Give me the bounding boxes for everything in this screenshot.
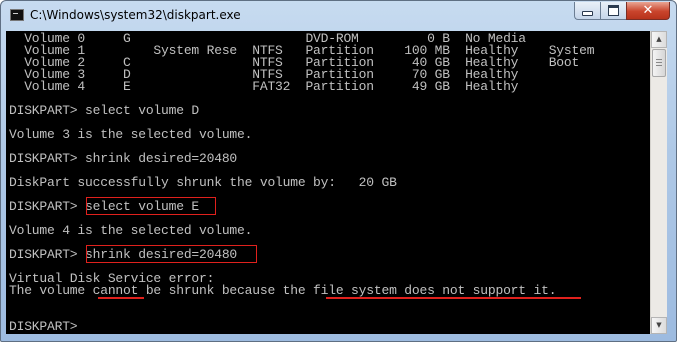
console-icon[interactable]: [10, 9, 24, 21]
console-line: Volume 4 is the selected volume.: [9, 223, 253, 238]
underline-cannot: [98, 297, 144, 299]
vertical-scrollbar[interactable]: ▲ ▼: [650, 31, 667, 334]
window-controls: ✕: [574, 2, 670, 20]
highlight-box-shrink-command: [86, 245, 257, 263]
console-line: The volume cannot be shrunk because the …: [9, 283, 557, 298]
console-line: DISKPART> select volume D: [9, 103, 200, 118]
console-line: DISKPART>: [9, 319, 86, 334]
window-title: C:\Windows\system32\diskpart.exe: [30, 8, 241, 22]
underline-file-system: [326, 297, 581, 299]
scroll-up-button[interactable]: ▲: [651, 31, 667, 48]
console-output[interactable]: Volume 0 G DVD-ROM 0 B No Media Volume 1…: [6, 31, 650, 334]
close-button[interactable]: ✕: [626, 2, 670, 20]
scroll-down-button[interactable]: ▼: [651, 317, 667, 334]
close-icon: ✕: [642, 3, 654, 18]
console-line: Volume 4 E FAT32 Partition 49 GB Healthy: [9, 79, 519, 94]
highlight-box-select-volume: [86, 197, 216, 215]
console-line: DiskPart successfully shrunk the volume …: [9, 175, 397, 190]
diskpart-window: C:\Windows\system32\diskpart.exe ✕ Volum…: [0, 0, 677, 342]
minimize-button[interactable]: [574, 2, 600, 20]
scroll-thumb[interactable]: [652, 49, 666, 77]
title-bar[interactable]: C:\Windows\system32\diskpart.exe ✕: [1, 1, 676, 31]
maximize-icon: [608, 5, 619, 16]
maximize-button[interactable]: [600, 2, 626, 20]
arrow-down-icon: ▼: [656, 321, 662, 329]
arrow-up-icon: ▲: [656, 35, 662, 43]
minimize-icon: [582, 11, 593, 16]
console-line: Volume 3 is the selected volume.: [9, 127, 253, 142]
console-line: DISKPART> shrink desired=20480: [9, 151, 238, 166]
